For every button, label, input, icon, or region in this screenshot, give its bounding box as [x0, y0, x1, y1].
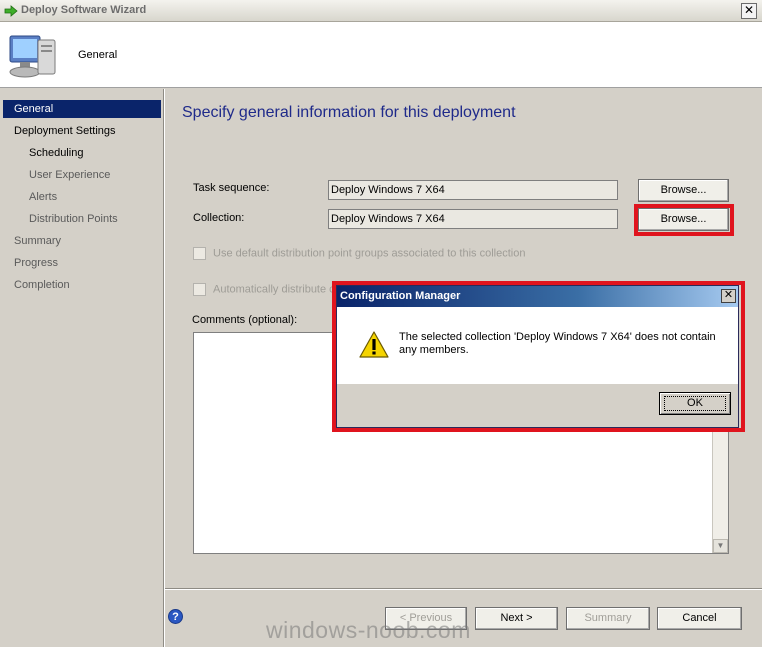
nav-item-user-experience[interactable]: User Experience: [29, 166, 110, 184]
collection-field[interactable]: Deploy Windows 7 X64: [328, 209, 618, 229]
use-default-dp-groups-row: Use default distribution point groups as…: [193, 247, 525, 260]
computer-icon: [9, 35, 56, 78]
highlight-dialog: [332, 281, 745, 432]
nav-item-distribution-points[interactable]: Distribution Points: [29, 210, 118, 228]
next-button[interactable]: Next >: [475, 607, 558, 630]
window-title: Deploy Software Wizard: [21, 4, 147, 16]
task-sequence-field[interactable]: Deploy Windows 7 X64: [328, 180, 618, 200]
header-title: General: [78, 49, 118, 61]
window-titlebar: Deploy Software Wizard ✕: [0, 0, 762, 22]
nav-item-completion[interactable]: Completion: [14, 276, 70, 294]
nav-item-deployment-settings[interactable]: Deployment Settings: [14, 122, 116, 140]
nav-item-general[interactable]: General: [3, 100, 161, 118]
nav-item-scheduling[interactable]: Scheduling: [29, 144, 83, 162]
collection-label: Collection:: [193, 212, 245, 224]
help-icon[interactable]: ?: [168, 609, 183, 624]
comments-label: Comments (optional):: [192, 314, 298, 326]
window-close-button[interactable]: ✕: [741, 3, 757, 19]
use-default-dp-groups-label: Use default distribution point groups as…: [213, 247, 526, 260]
nav-item-progress[interactable]: Progress: [14, 254, 58, 272]
use-default-dp-groups-checkbox[interactable]: [193, 247, 206, 260]
page-heading: Specify general information for this dep…: [182, 104, 516, 121]
auto-distribute-label: Automatically distribute co: [213, 283, 341, 296]
scroll-down-icon[interactable]: ▼: [713, 539, 728, 553]
summary-button[interactable]: Summary: [566, 607, 650, 630]
highlight-browse: [634, 204, 734, 236]
task-sequence-label: Task sequence:: [193, 182, 270, 194]
cancel-button[interactable]: Cancel: [657, 607, 742, 630]
watermark: windows-noob.com: [266, 617, 471, 643]
nav-item-alerts[interactable]: Alerts: [29, 188, 57, 206]
auto-distribute-row: Automatically distribute co: [193, 283, 341, 296]
wizard-arrow-icon: [4, 5, 18, 17]
nav-divider: [163, 89, 165, 647]
auto-distribute-checkbox[interactable]: [193, 283, 206, 296]
nav-item-summary[interactable]: Summary: [14, 232, 61, 250]
wizard-header: General: [0, 22, 762, 88]
task-sequence-browse-button[interactable]: Browse...: [638, 179, 729, 202]
footer-divider: [165, 588, 762, 590]
